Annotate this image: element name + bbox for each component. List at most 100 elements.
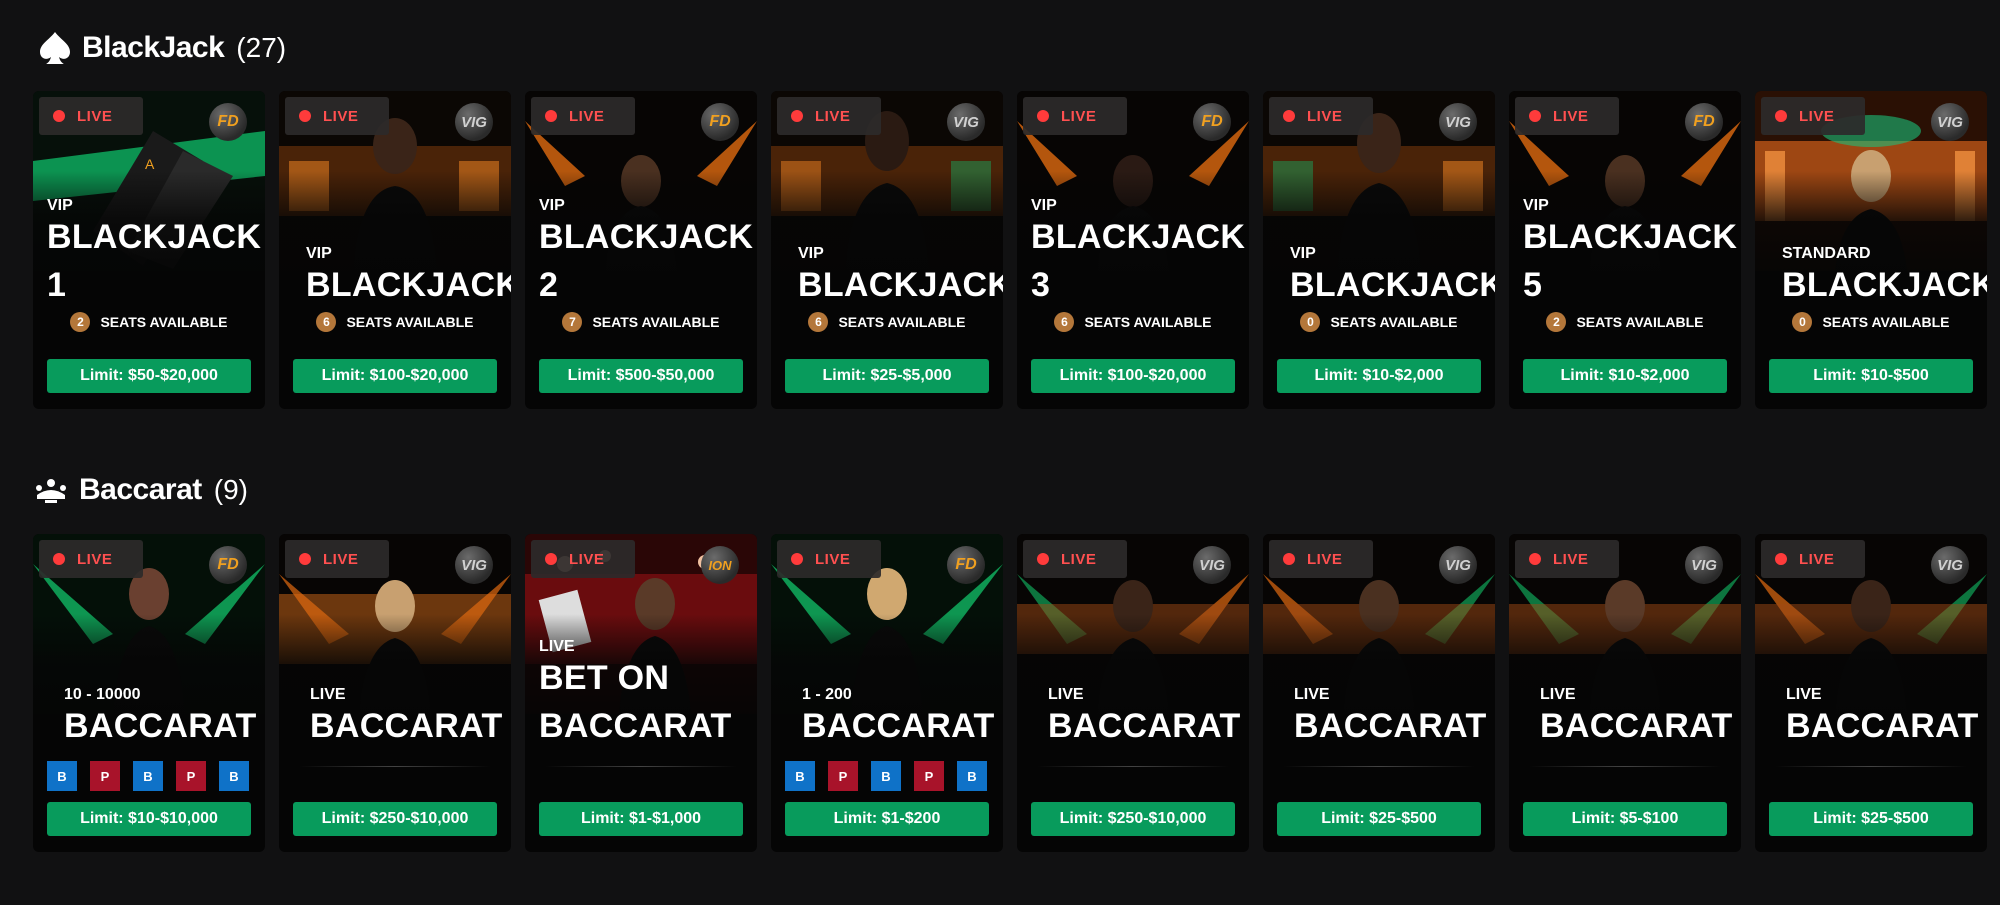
seats-label: SEATS AVAILABLE xyxy=(592,314,720,330)
limit-button[interactable]: Limit: $1-$1,000 xyxy=(539,802,743,836)
table-card[interactable]: A LIVE FD VIP BLACKJACK 1 2 SEATS AVAILA… xyxy=(33,91,265,409)
table-card[interactable]: LIVE VIG LIVE BACCARAT Limit: $5-$100 xyxy=(1509,534,1741,852)
live-badge: LIVE xyxy=(1761,540,1865,578)
provider-logo-icon: VIG xyxy=(947,103,985,141)
seats-available: 2 SEATS AVAILABLE xyxy=(33,312,265,332)
live-indicator-icon xyxy=(299,110,311,122)
seat-count-badge: 7 xyxy=(562,312,583,332)
table-name: BLACKJACK xyxy=(798,266,1003,304)
live-label: LIVE xyxy=(569,550,605,568)
table-name: BLACKJACK xyxy=(1782,266,1987,304)
table-name: BLACKJACK xyxy=(1523,218,1738,256)
road-result-player: P xyxy=(914,761,944,791)
live-indicator-icon xyxy=(791,553,803,565)
road-result-banker: B xyxy=(47,761,77,791)
table-card[interactable]: LIVE VIG LIVE BACCARAT Limit: $25-$500 xyxy=(1755,534,1987,852)
live-label: LIVE xyxy=(323,107,359,125)
live-badge: LIVE xyxy=(39,540,143,578)
live-label: LIVE xyxy=(1307,550,1343,568)
seat-count-badge: 6 xyxy=(316,312,337,332)
limit-button[interactable]: Limit: $50-$20,000 xyxy=(47,359,251,393)
limit-button[interactable]: Limit: $500-$50,000 xyxy=(539,359,743,393)
card-divider xyxy=(1529,766,1721,767)
table-name: BLACKJACK xyxy=(47,218,262,256)
live-indicator-icon xyxy=(299,553,311,565)
baccarat-section-title[interactable]: Baccarat xyxy=(79,473,202,507)
table-card[interactable]: LIVE VIG LIVE BACCARAT Limit: $250-$10,0… xyxy=(279,534,511,852)
limit-button[interactable]: Limit: $10-$10,000 xyxy=(47,802,251,836)
seat-count-badge: 2 xyxy=(1546,312,1567,332)
live-badge: LIVE xyxy=(777,540,881,578)
seats-available: 0 SEATS AVAILABLE xyxy=(1755,312,1987,332)
svg-text:A: A xyxy=(145,156,155,172)
blackjack-section-title[interactable]: BlackJack xyxy=(82,31,225,65)
road-result-player: P xyxy=(176,761,206,791)
baccarat-table-row: LIVE FD 10 - 10000 BACCARAT B P B P B Li… xyxy=(33,534,1987,852)
live-indicator-icon xyxy=(545,553,557,565)
table-name: BLACKJACK xyxy=(1031,218,1246,256)
provider-logo-icon: FD xyxy=(947,546,985,584)
road-result-player: P xyxy=(90,761,120,791)
table-card[interactable]: LIVE VIG VIP BLACKJACK 6 SEATS AVAILABLE… xyxy=(771,91,1003,409)
table-name: BACCARAT xyxy=(1294,707,1487,745)
table-card[interactable]: LIVE VIG VIP BLACKJACK 6 SEATS AVAILABLE… xyxy=(279,91,511,409)
seats-available: 0 SEATS AVAILABLE xyxy=(1263,312,1495,332)
live-label: LIVE xyxy=(815,107,851,125)
live-badge: LIVE xyxy=(285,540,389,578)
limit-button[interactable]: Limit: $25-$500 xyxy=(1769,802,1973,836)
live-indicator-icon xyxy=(1283,553,1295,565)
live-indicator-icon xyxy=(1037,110,1049,122)
live-indicator-icon xyxy=(1529,553,1541,565)
live-badge: LIVE xyxy=(1269,540,1373,578)
live-indicator-icon xyxy=(791,110,803,122)
live-label: LIVE xyxy=(1553,550,1589,568)
provider-logo-icon: FD xyxy=(1685,103,1723,141)
live-label: LIVE xyxy=(815,550,851,568)
table-name: BACCARAT xyxy=(802,707,995,745)
seat-count-badge: 2 xyxy=(70,312,91,332)
table-card[interactable]: LIVE FD VIP BLACKJACK 5 2 SEATS AVAILABL… xyxy=(1509,91,1741,409)
road-result-player: P xyxy=(828,761,858,791)
table-card[interactable]: LIVE VIG VIP BLACKJACK 0 SEATS AVAILABLE… xyxy=(1263,91,1495,409)
table-card[interactable]: LIVE ION LIVE BET ON BACCARAT Limit: $1-… xyxy=(525,534,757,852)
live-indicator-icon xyxy=(1775,110,1787,122)
table-card[interactable]: LIVE FD 1 - 200 BACCARAT B P B P B Limit… xyxy=(771,534,1003,852)
live-badge: LIVE xyxy=(1023,97,1127,135)
table-name: BLACKJACK xyxy=(539,218,754,256)
limit-button[interactable]: Limit: $25-$500 xyxy=(1277,802,1481,836)
limit-button[interactable]: Limit: $1-$200 xyxy=(785,802,989,836)
limit-button[interactable]: Limit: $25-$5,000 xyxy=(785,359,989,393)
seats-available: 7 SEATS AVAILABLE xyxy=(525,312,757,332)
seats-label: SEATS AVAILABLE xyxy=(346,314,474,330)
table-card[interactable]: LIVE VIG LIVE BACCARAT Limit: $25-$500 xyxy=(1263,534,1495,852)
table-card[interactable]: LIVE VIG LIVE BACCARAT Limit: $250-$10,0… xyxy=(1017,534,1249,852)
table-number: 3 xyxy=(1031,266,1051,304)
limit-button[interactable]: Limit: $10-$2,000 xyxy=(1277,359,1481,393)
live-badge: LIVE xyxy=(1269,97,1373,135)
baccarat-table-icon xyxy=(36,479,66,503)
card-divider xyxy=(1037,766,1229,767)
limit-button[interactable]: Limit: $100-$20,000 xyxy=(1031,359,1235,393)
table-card[interactable]: LIVE FD 10 - 10000 BACCARAT B P B P B Li… xyxy=(33,534,265,852)
table-card[interactable]: LIVE FD VIP BLACKJACK 3 6 SEATS AVAILABL… xyxy=(1017,91,1249,409)
table-card[interactable]: LIVE VIG STANDARD BLACKJACK 0 SEATS AVAI… xyxy=(1755,91,1987,409)
table-card[interactable]: LIVE FD VIP BLACKJACK 2 7 SEATS AVAILABL… xyxy=(525,91,757,409)
limit-button[interactable]: Limit: $5-$100 xyxy=(1523,802,1727,836)
card-divider xyxy=(1775,766,1967,767)
live-indicator-icon xyxy=(53,553,65,565)
live-indicator-icon xyxy=(53,110,65,122)
limit-button[interactable]: Limit: $10-$500 xyxy=(1769,359,1973,393)
limit-button[interactable]: Limit: $10-$2,000 xyxy=(1523,359,1727,393)
road-result-banker: B xyxy=(785,761,815,791)
provider-logo-icon: VIG xyxy=(1439,103,1477,141)
card-divider xyxy=(1283,766,1475,767)
blackjack-section-header: BlackJack (27) xyxy=(38,30,286,66)
live-badge: LIVE xyxy=(39,97,143,135)
live-indicator-icon xyxy=(1529,110,1541,122)
limit-button[interactable]: Limit: $100-$20,000 xyxy=(293,359,497,393)
limit-button[interactable]: Limit: $250-$10,000 xyxy=(1031,802,1235,836)
provider-logo-icon: VIG xyxy=(1193,546,1231,584)
table-name: BACCARAT xyxy=(1048,707,1241,745)
limit-button[interactable]: Limit: $250-$10,000 xyxy=(293,802,497,836)
live-badge: LIVE xyxy=(1515,97,1619,135)
